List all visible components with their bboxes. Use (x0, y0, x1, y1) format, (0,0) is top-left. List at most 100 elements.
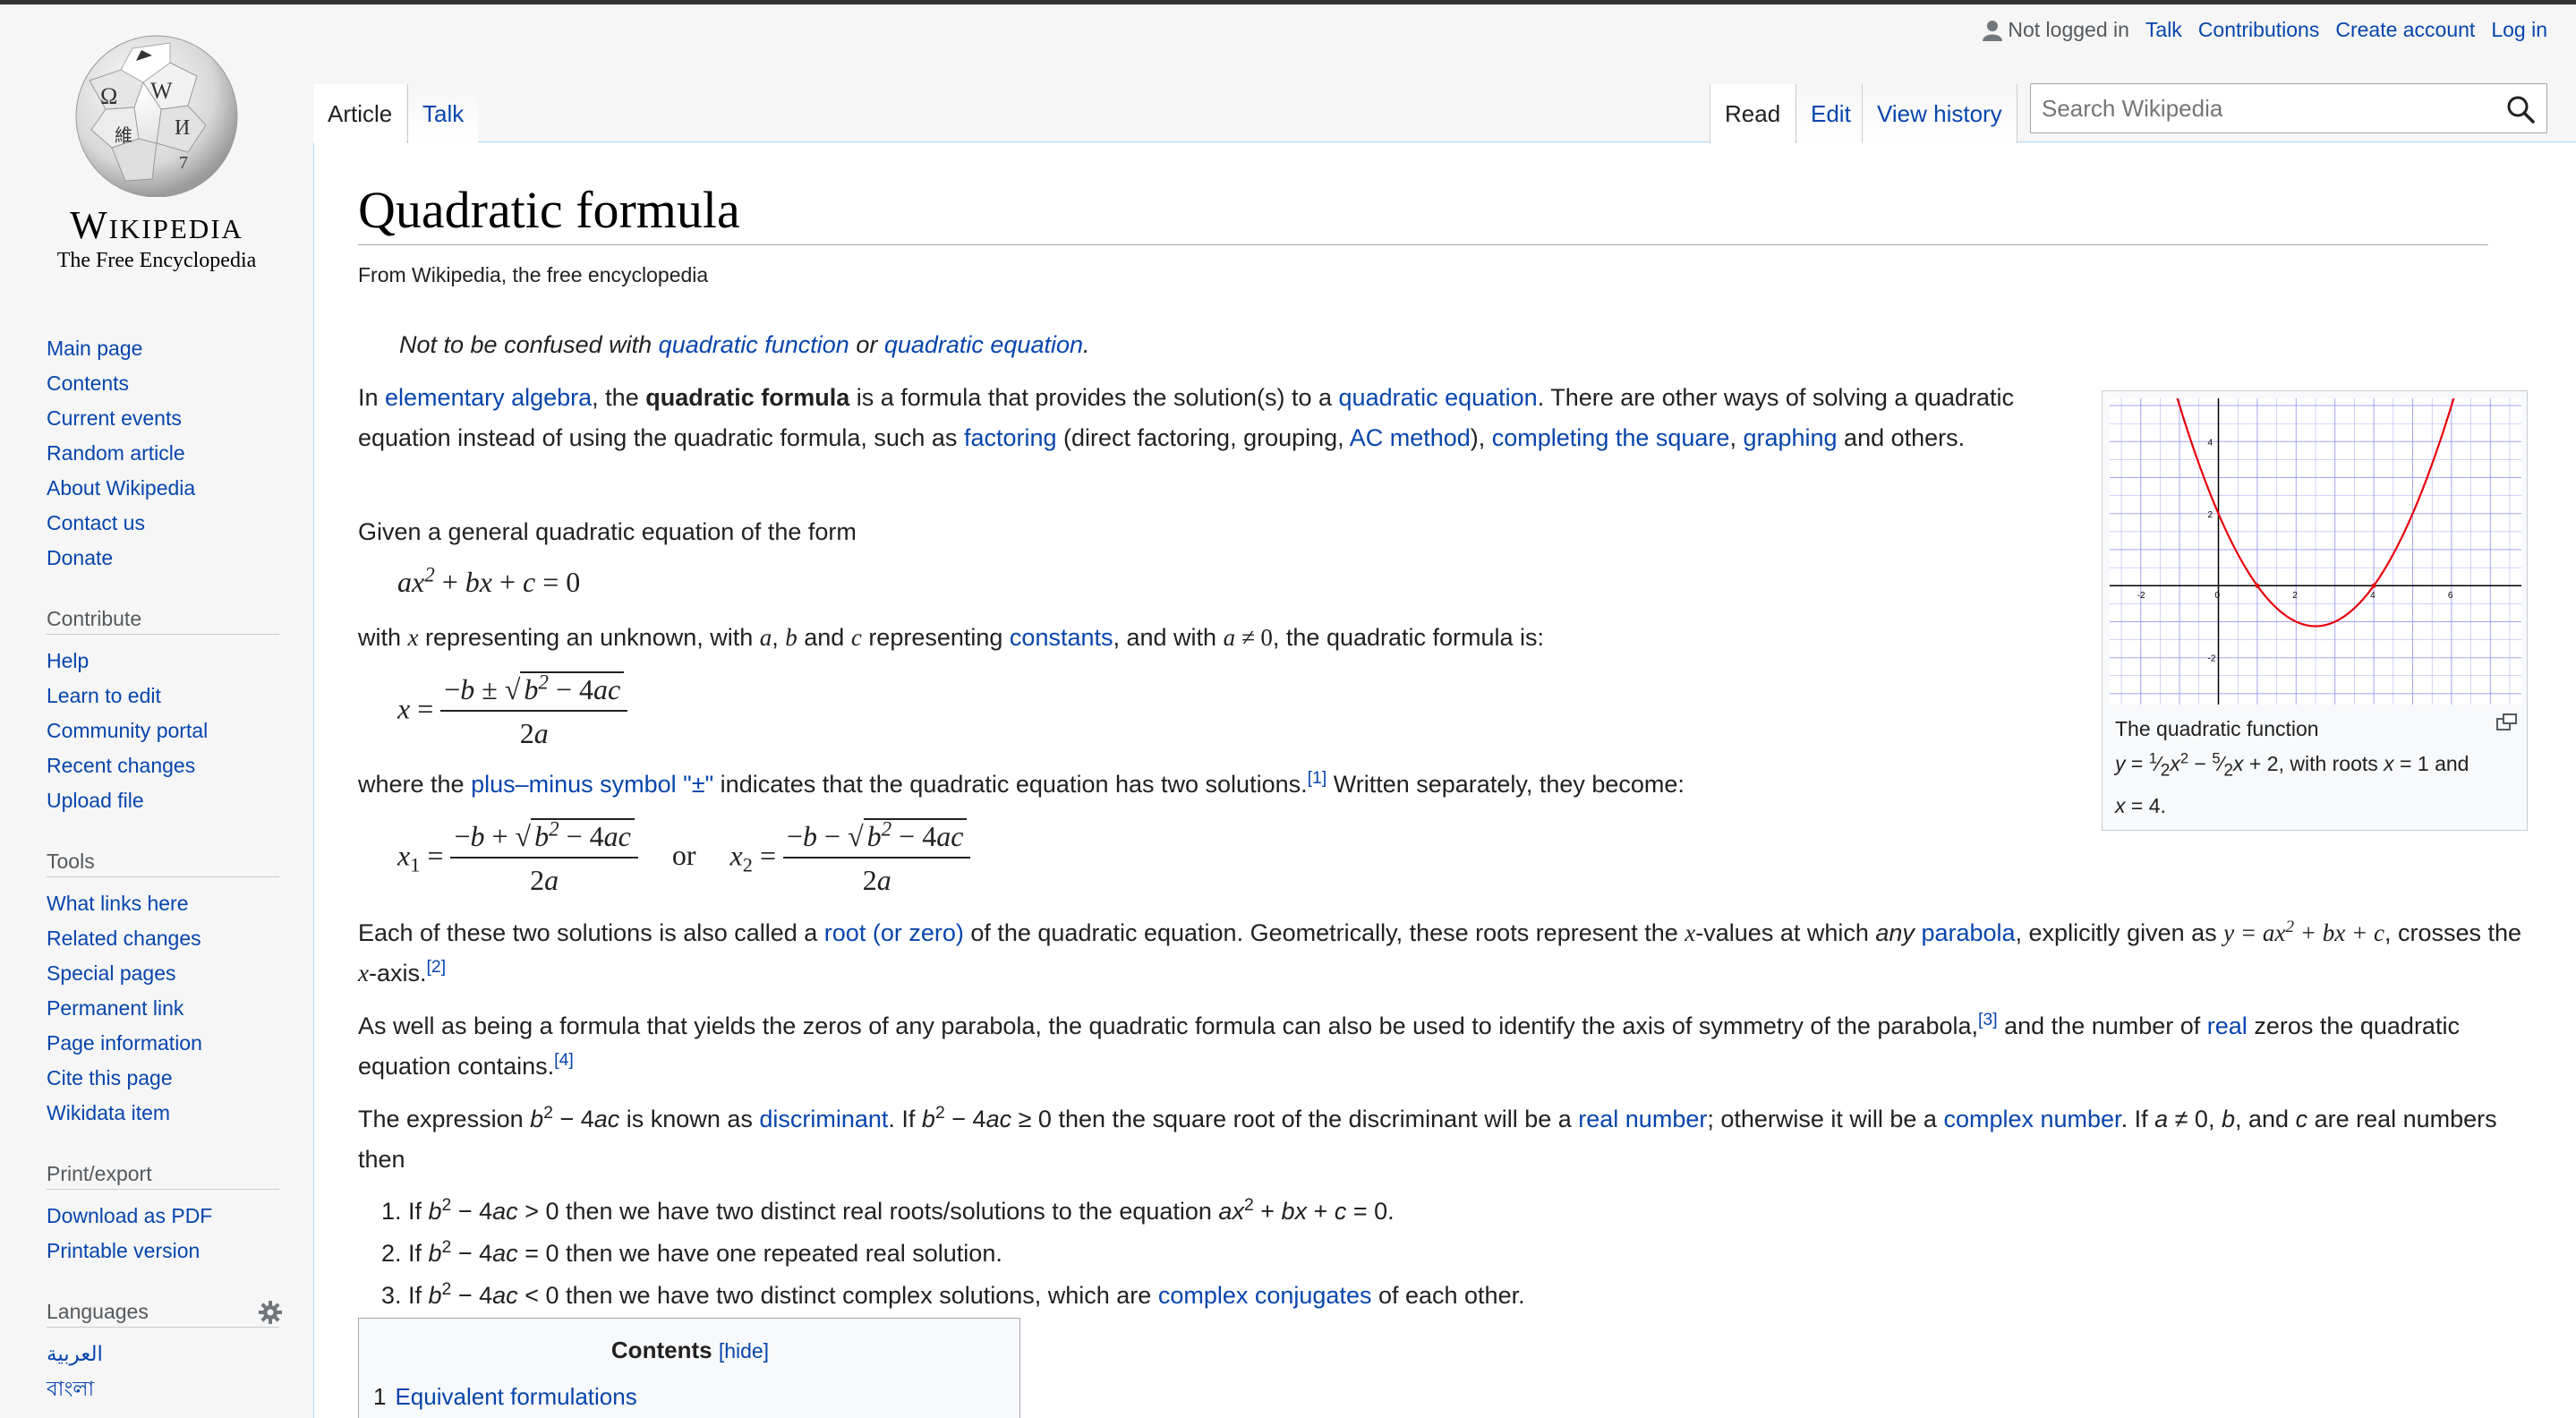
sidebar-heading-languages: Languages (47, 1295, 282, 1328)
sidebar-tools: What links here Related changes Special pa… (47, 886, 279, 1131)
tagline: The Free Encyclopedia (56, 249, 257, 272)
tab-edit[interactable]: Edit (1796, 84, 1865, 143)
completing-square-link[interactable]: completing the square (1492, 424, 1730, 451)
sidebar-item-nav-2[interactable]: Current events (47, 401, 279, 436)
y-tick-label: -2 (2208, 654, 2216, 664)
figure-caption: The quadratic function y = 1⁄2x2 − 5⁄2x … (2115, 717, 2469, 817)
sidebar-heading-contribute: Contribute (47, 602, 279, 635)
paragraph-with-x: with x representing an unknown, with a, … (358, 624, 1545, 651)
sidebar-item-contribute-0[interactable]: Help (47, 644, 279, 679)
sidebar-item-tools-1[interactable]: Related changes (47, 921, 279, 956)
sidebar-item-tools-3[interactable]: Permanent link (47, 991, 279, 1026)
tab-read[interactable]: Read (1710, 84, 1796, 143)
svg-text:W: W (150, 78, 173, 104)
sidebar-languages: العربية বাংলা (47, 1337, 279, 1406)
complex-conjugates-link[interactable]: complex conjugates (1158, 1282, 1372, 1309)
sidebar-item-nav-6[interactable]: Donate (47, 541, 279, 576)
page-subtitle: From Wikipedia, the free encyclopedia (358, 263, 709, 286)
elementary-algebra-link[interactable]: elementary algebra (385, 384, 592, 411)
sidebar-item-contribute-2[interactable]: Community portal (47, 713, 279, 748)
root-link[interactable]: root (or zero) (824, 919, 964, 946)
quadratic-equation-link[interactable]: quadratic equation (884, 331, 1083, 358)
constants-link[interactable]: constants (1010, 624, 1113, 651)
login-link[interactable]: Log in (2491, 18, 2547, 42)
contributions-link[interactable]: Contributions (2198, 18, 2320, 42)
quadratic-formula: x = −b ± √ b2 − 4ac 2a (397, 671, 628, 750)
sidebar-item-contribute-4[interactable]: Upload file (47, 783, 279, 818)
figure-quadratic-graph: -2 0 2 4 6 4 2 -2 The quadratic function y = 1⁄… (2102, 390, 2528, 831)
sidebar-item-print-1[interactable]: Printable version (47, 1234, 279, 1269)
sidebar-heading-tools: Tools (47, 845, 279, 877)
real-number-link[interactable]: real number (1578, 1106, 1707, 1132)
paragraph-intro: In elementary algebra, the quadratic for… (358, 384, 2014, 451)
paragraph-axis-symmetry: As well as being a formula that yields t… (358, 1010, 2460, 1080)
sidebar-item-nav-1[interactable]: Contents (47, 366, 279, 401)
table-of-contents: Contents [hide] 1 Equivalent formulations (358, 1318, 1020, 1418)
x-tick-label: 6 (2448, 591, 2453, 601)
talk-link[interactable]: Talk (2145, 18, 2182, 42)
paragraph-given: Given a general quadratic equation of th… (358, 518, 857, 545)
search-input[interactable] (2030, 83, 2547, 133)
graphing-link[interactable]: graphing (1743, 424, 1837, 451)
x-tick-label: -2 (2137, 591, 2145, 601)
discriminant-link[interactable]: discriminant (759, 1106, 888, 1132)
complex-number-link[interactable]: complex number (1943, 1106, 2120, 1132)
sidebar-item-print-0[interactable]: Download as PDF (47, 1199, 279, 1234)
quadratic-function-link[interactable]: quadratic function (659, 331, 849, 358)
sidebar-item-contribute-3[interactable]: Recent changes (47, 748, 279, 783)
page-title: Quadratic formula (358, 175, 2488, 245)
ac-method-link[interactable]: AC method (1350, 424, 1471, 451)
sidebar-item-nav-5[interactable]: Contact us (47, 506, 279, 541)
wordmark: Wikipedia (70, 203, 243, 247)
factoring-link[interactable]: factoring (964, 424, 1057, 451)
quadratic-graph-image[interactable]: -2 0 2 4 6 4 2 -2 (2110, 398, 2521, 705)
wikipedia-logo[interactable]: Ω W И 維 7 Wikipedia The Free Encyclopedi… (36, 27, 277, 278)
toc-hide-toggle[interactable]: [hide] (719, 1339, 769, 1362)
sidebar-item-tools-5[interactable]: Cite this page (47, 1061, 279, 1096)
not-logged-in: Not logged in (1983, 18, 2129, 42)
sidebar-item-language-1[interactable]: বাংলা (47, 1371, 279, 1406)
quadratic-equation-link-2[interactable]: quadratic equation (1339, 384, 1538, 411)
discriminant-cases: If b2 − 4ac > 0 then we have two distinc… (408, 1191, 1525, 1317)
parabola-link[interactable]: parabola (1921, 919, 2015, 946)
tab-talk[interactable]: Talk (407, 84, 479, 143)
create-account-link[interactable]: Create account (2335, 18, 2475, 42)
user-icon (1983, 20, 2003, 41)
ref-3[interactable]: [3] (1978, 1010, 1998, 1029)
toc-title: Contents [hide] (610, 1337, 770, 1363)
tab-article[interactable]: Article (313, 84, 407, 143)
sidebar-contribute: Help Learn to edit Community portal Recent … (47, 644, 279, 818)
sidebar-print: Download as PDF Printable version (47, 1199, 279, 1269)
y-tick-label: 4 (2208, 438, 2213, 448)
real-link[interactable]: real (2207, 1012, 2248, 1039)
plus-minus-link[interactable]: plus–minus symbol "±" (471, 771, 713, 798)
y-tick-label: 2 (2208, 510, 2213, 520)
ref-2[interactable]: [2] (427, 957, 447, 977)
sidebar-item-tools-4[interactable]: Page information (47, 1026, 279, 1061)
sidebar-item-tools-2[interactable]: Special pages (47, 956, 279, 991)
ref-1[interactable]: [1] (1308, 768, 1327, 788)
list-item: If b2 − 4ac = 0 then we have one repeate… (408, 1233, 1525, 1275)
sidebar-item-contribute-1[interactable]: Learn to edit (47, 679, 279, 713)
sidebar-item-nav-4[interactable]: About Wikipedia (47, 471, 279, 506)
paragraph-roots: Each of these two solutions is also call… (358, 918, 2522, 987)
sidebar-item-tools-0[interactable]: What links here (47, 886, 279, 921)
list-item: If b2 − 4ac < 0 then we have two distinc… (408, 1275, 1525, 1317)
search-icon[interactable] (2506, 95, 2535, 124)
ref-4[interactable]: [4] (554, 1050, 574, 1070)
root-point (2371, 583, 2376, 588)
hatnote: Not to be confused with quadratic functi… (399, 331, 1090, 358)
toc-item[interactable]: 1 Equivalent formulations (373, 1383, 637, 1411)
sidebar-item-nav-3[interactable]: Random article (47, 436, 279, 471)
sidebar-item-tools-6[interactable]: Wikidata item (47, 1096, 279, 1131)
general-equation: ax2 + bx + c = 0 (397, 562, 581, 598)
tab-view-history[interactable]: View history (1862, 84, 2017, 143)
globe-icon: Ω W И 維 7 (75, 35, 238, 198)
enlarge-icon[interactable] (2496, 713, 2518, 731)
gear-icon[interactable] (259, 1301, 282, 1324)
sidebar-item-language-0[interactable]: العربية (47, 1337, 279, 1371)
svg-text:И: И (175, 116, 190, 140)
sidebar-heading-print: Print/export (47, 1157, 279, 1190)
sidebar-item-nav-0[interactable]: Main page (47, 331, 279, 366)
x-tick-label: 2 (2292, 591, 2298, 601)
